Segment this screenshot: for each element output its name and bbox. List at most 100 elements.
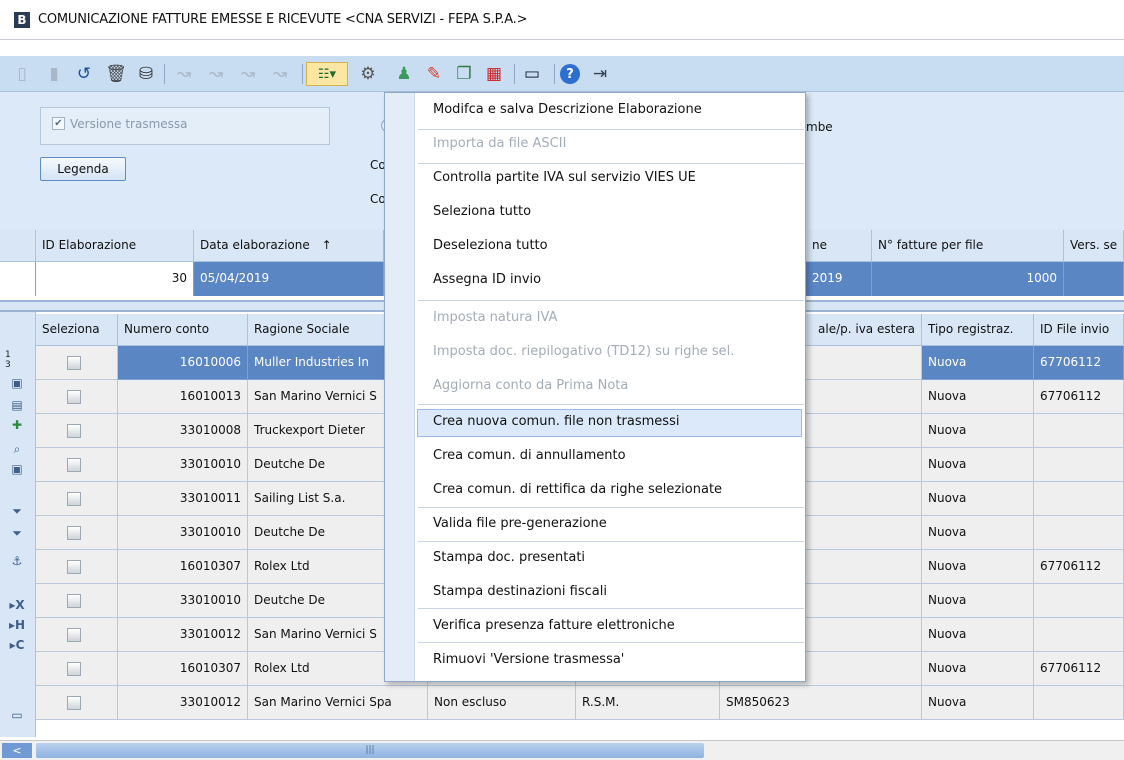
select-checkbox[interactable]: [67, 526, 81, 540]
pc-icon[interactable]: ▭: [5, 708, 29, 728]
cell-id-file-invio[interactable]: [1034, 618, 1124, 652]
select-checkbox[interactable]: [67, 492, 81, 506]
legenda-button[interactable]: Legenda: [40, 157, 126, 181]
cell-numero-conto[interactable]: 33010010: [118, 584, 248, 618]
cell-id-file-invio[interactable]: 67706112: [1034, 652, 1124, 686]
cell-tipo-registraz[interactable]: Nuova: [922, 482, 1034, 516]
cell-tipo-registraz[interactable]: Nuova: [922, 550, 1034, 584]
cell-seleziona[interactable]: [36, 380, 118, 414]
cell-partial[interactable]: 2019: [806, 262, 872, 296]
cell-seleziona[interactable]: [36, 346, 118, 380]
new-icon[interactable]: ▯: [10, 62, 34, 86]
find-icon[interactable]: ⛁: [134, 62, 158, 86]
h-icon[interactable]: ▸H: [5, 618, 29, 638]
open-icon[interactable]: ▮: [42, 62, 66, 86]
cell-numero-conto[interactable]: 33010010: [118, 516, 248, 550]
col-header-id-elaborazione[interactable]: ID Elaborazione: [36, 230, 194, 262]
grid-icon[interactable]: ▦: [482, 62, 506, 86]
cell-numero-conto[interactable]: 33010008: [118, 414, 248, 448]
col-header-numero-conto[interactable]: Numero conto: [118, 314, 248, 346]
menu-item-17[interactable]: Rimuovi 'Versione trasmessa': [433, 652, 624, 672]
menu-item-1[interactable]: Modifca e salva Descrizione Elaborazione: [433, 102, 702, 122]
menu-item-9[interactable]: Aggiorna conto da Prima Nota: [433, 378, 628, 398]
cell-seleziona[interactable]: [36, 584, 118, 618]
cell-vers[interactable]: [1064, 262, 1124, 296]
undo-icon[interactable]: ↺: [72, 62, 96, 86]
filter4-icon[interactable]: ↝: [268, 62, 292, 86]
select-checkbox[interactable]: [67, 390, 81, 404]
menu-item-11[interactable]: Crea comun. di annullamento: [433, 448, 626, 468]
col-header-tipo-registraz[interactable]: Tipo registraz.: [922, 314, 1034, 346]
filter2-icon[interactable]: ↝: [204, 62, 228, 86]
cell-ragione-sociale[interactable]: San Marino Vernici Spa: [248, 686, 428, 720]
menu-item-10[interactable]: Crea nuova comun. file non trasmessi: [433, 414, 679, 434]
cell-seleziona[interactable]: [36, 618, 118, 652]
help-icon[interactable]: ?: [560, 64, 580, 84]
cell-tipo-registraz[interactable]: Nuova: [922, 380, 1034, 414]
col-header-fatture-per-file[interactable]: N° fatture per file: [872, 230, 1064, 262]
cell-id-file-invio[interactable]: [1034, 448, 1124, 482]
menu-item-6[interactable]: Assegna ID invio: [433, 272, 541, 292]
menu-item-8[interactable]: Imposta doc. riepilogativo (TD12) su rig…: [433, 344, 734, 364]
cell-numero-conto[interactable]: 16010307: [118, 652, 248, 686]
select-checkbox[interactable]: [67, 356, 81, 370]
cell-tipo-registraz[interactable]: Nuova: [922, 686, 1034, 720]
select-checkbox[interactable]: [67, 696, 81, 710]
cell-numero-conto[interactable]: 16010006: [118, 346, 248, 380]
cell-tipo-registraz[interactable]: Nuova: [922, 448, 1034, 482]
import-icon[interactable]: ✎: [422, 62, 446, 86]
col-header-vers[interactable]: Vers. se: [1064, 230, 1124, 262]
scroll-thumb[interactable]: |||: [36, 743, 704, 758]
cell-data-elaborazione[interactable]: 05/04/2019: [194, 262, 384, 296]
select-checkbox[interactable]: [67, 628, 81, 642]
cell-col4[interactable]: Non escluso: [428, 686, 576, 720]
cell-numero-conto[interactable]: 33010011: [118, 482, 248, 516]
cell-seleziona[interactable]: [36, 482, 118, 516]
search-icon[interactable]: ⌕: [5, 442, 29, 462]
cell-numero-conto[interactable]: 16010013: [118, 380, 248, 414]
menu-item-4[interactable]: Seleziona tutto: [433, 204, 531, 224]
cell-seleziona[interactable]: [36, 652, 118, 686]
cell-tipo-registraz[interactable]: Nuova: [922, 584, 1034, 618]
version-sent-checkbox[interactable]: ✔: [52, 117, 65, 130]
cell-numero-conto[interactable]: 16010307: [118, 550, 248, 584]
cell-fatture-per-file[interactable]: 1000: [872, 262, 1064, 296]
cell-numero-conto[interactable]: 33010012: [118, 686, 248, 720]
person-icon[interactable]: ♟: [392, 62, 416, 86]
remove-x-icon[interactable]: ▸X: [5, 598, 29, 618]
exit-icon[interactable]: ⇥: [588, 62, 612, 86]
filter1-icon[interactable]: ↝: [172, 62, 196, 86]
select-checkbox[interactable]: [67, 560, 81, 574]
cell-seleziona[interactable]: [36, 516, 118, 550]
cell-id-file-invio[interactable]: 67706112: [1034, 380, 1124, 414]
cell-id-file-invio[interactable]: [1034, 414, 1124, 448]
cell-col5[interactable]: R.S.M.: [576, 686, 720, 720]
cell-id-file-invio[interactable]: 67706112: [1034, 550, 1124, 584]
col-header-id-file-invio[interactable]: ID File invio: [1034, 314, 1124, 346]
cell-tipo-registraz[interactable]: Nuova: [922, 516, 1034, 550]
cell-tipo-registraz[interactable]: Nuova: [922, 618, 1034, 652]
grid-view-icon[interactable]: ▣: [5, 376, 29, 396]
select-checkbox[interactable]: [67, 662, 81, 676]
menu-item-16[interactable]: Verifica presenza fatture elettroniche: [433, 618, 675, 638]
cell-id-file-invio[interactable]: [1034, 516, 1124, 550]
cell-seleziona[interactable]: [36, 550, 118, 584]
cell-numero-conto[interactable]: 33010012: [118, 618, 248, 652]
filter-icon[interactable]: ⏷: [5, 504, 29, 524]
list-view-icon[interactable]: ▤: [5, 398, 29, 418]
menu-item-5[interactable]: Deseleziona tutto: [433, 238, 548, 258]
filter3-icon[interactable]: ↝: [236, 62, 260, 86]
cell-id-file-invio[interactable]: 67706112: [1034, 346, 1124, 380]
cell-iva-estera[interactable]: SM850623: [720, 686, 922, 720]
select-checkbox[interactable]: [67, 594, 81, 608]
menu-item-7[interactable]: Imposta natura IVA: [433, 310, 557, 330]
col-header-data-elaborazione[interactable]: Data elaborazione ↑: [194, 230, 384, 262]
cell-id-file-invio[interactable]: [1034, 584, 1124, 618]
monitor-icon[interactable]: ▭: [520, 62, 544, 86]
settings-icon[interactable]: ⚙: [356, 62, 380, 86]
cell-seleziona[interactable]: [36, 448, 118, 482]
col-header-seleziona[interactable]: Seleziona: [36, 314, 118, 346]
delete-icon[interactable]: 🗑: [104, 62, 128, 86]
box-icon[interactable]: ▣: [5, 462, 29, 482]
cell-tipo-registraz[interactable]: Nuova: [922, 414, 1034, 448]
